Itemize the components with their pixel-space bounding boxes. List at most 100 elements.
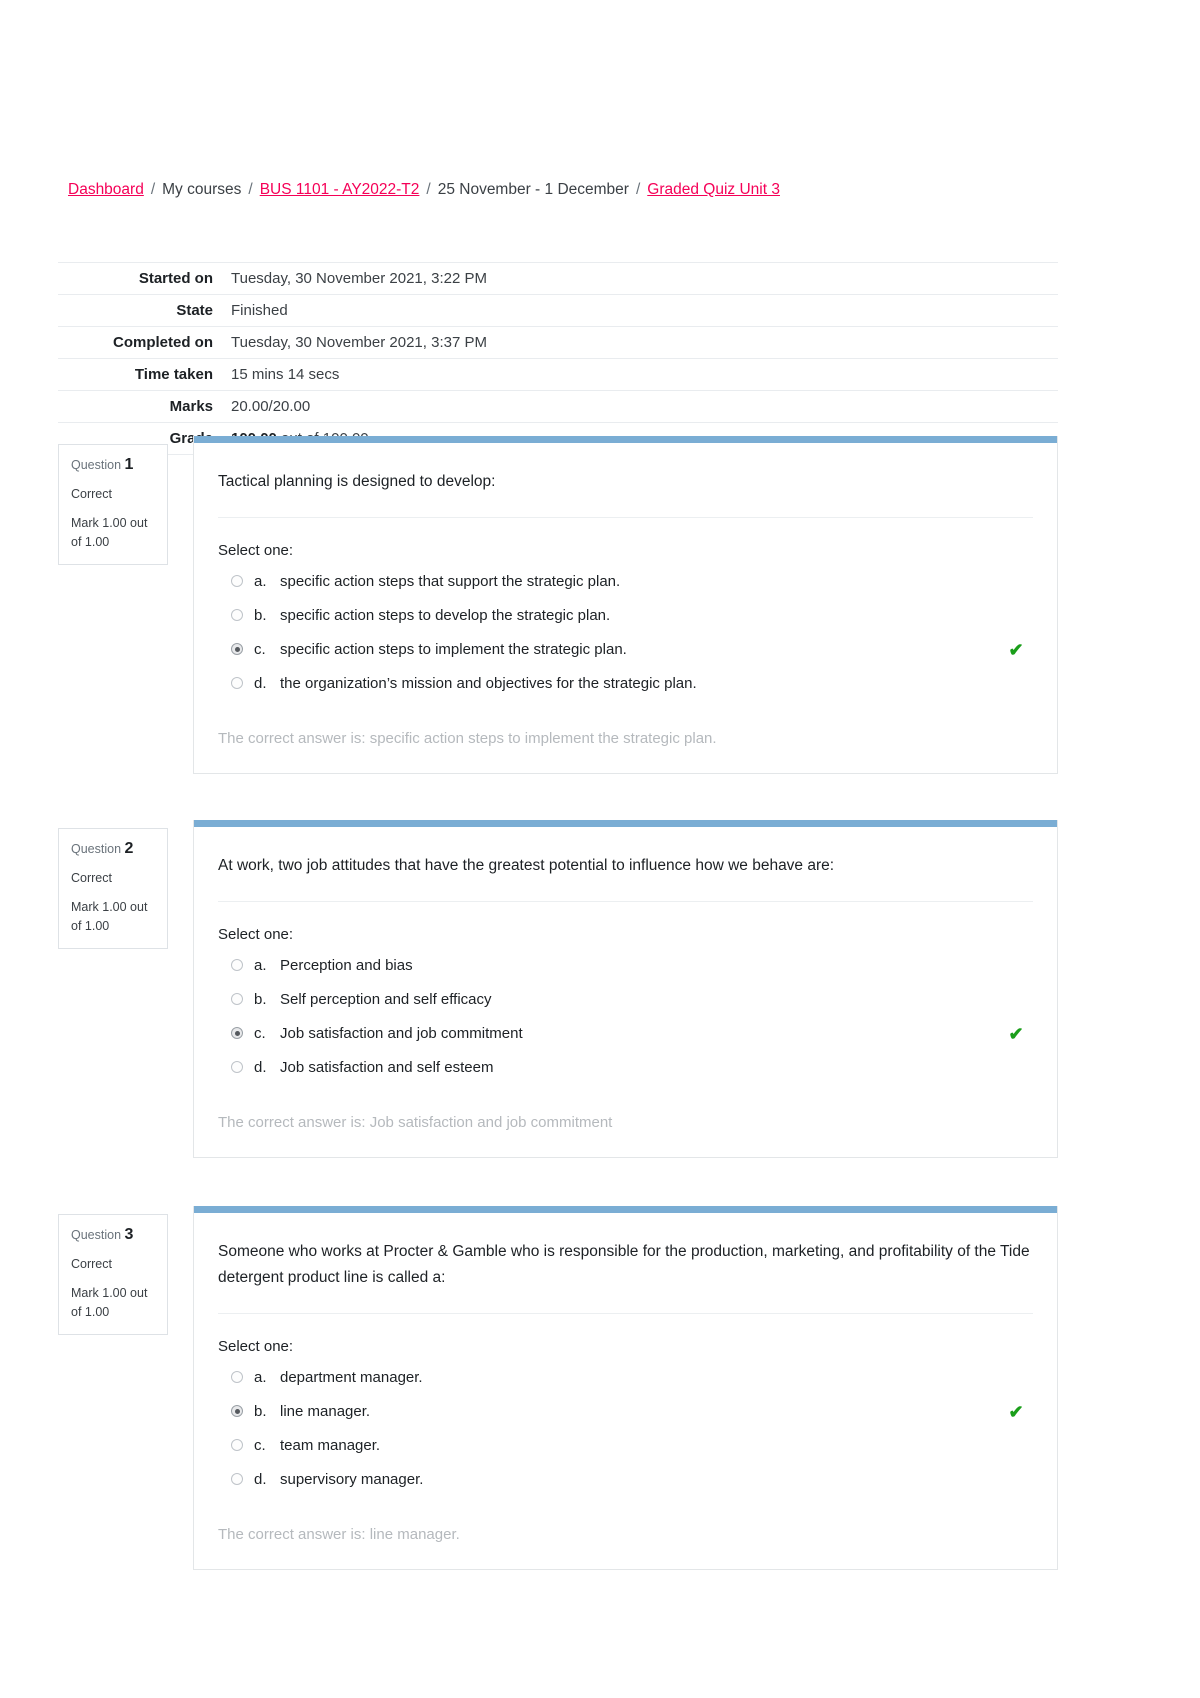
answer-option[interactable]: d. supervisory manager. bbox=[218, 1469, 1033, 1491]
answer-option-text: specific action steps to implement the s… bbox=[280, 641, 627, 658]
answer-option-letter: d. bbox=[254, 1471, 267, 1488]
summary-value: Tuesday, 30 November 2021, 3:37 PM bbox=[231, 334, 487, 351]
answer-option-letter: c. bbox=[254, 1437, 266, 1454]
question-content: At work, two job attitudes that have the… bbox=[193, 820, 1058, 1158]
radio-icon[interactable] bbox=[231, 1371, 243, 1383]
question-inner: Tactical planning is designed to develop… bbox=[194, 443, 1057, 773]
question-text: Tactical planning is designed to develop… bbox=[218, 469, 1033, 518]
answer-option-letter: c. bbox=[254, 1025, 266, 1042]
breadcrumb-separator: / bbox=[426, 181, 431, 198]
correct-answer-feedback: The correct answer is: line manager. bbox=[218, 1526, 460, 1543]
answer-option-text: specific action steps that support the s… bbox=[280, 573, 621, 590]
summary-label: Time taken bbox=[134, 366, 213, 383]
radio-icon[interactable] bbox=[231, 677, 243, 689]
answer-option[interactable]: d. Job satisfaction and self esteem bbox=[218, 1057, 1033, 1079]
question-mark: Mark 1.00 out of 1.00 bbox=[71, 900, 148, 933]
attempt-summary-table: Started on Tuesday, 30 November 2021, 3:2… bbox=[58, 262, 1058, 455]
breadcrumb: Dashboard / My courses / BUS 1101 - AY2022-T… bbox=[68, 178, 780, 202]
radio-icon[interactable] bbox=[231, 1439, 243, 1451]
question-number-value: 1 bbox=[124, 456, 134, 473]
answer-option-letter: d. bbox=[254, 1059, 267, 1076]
question-inner: Someone who works at Procter & Gamble wh… bbox=[194, 1213, 1057, 1569]
question-content: Someone who works at Procter & Gamble wh… bbox=[193, 1206, 1058, 1570]
breadcrumb-separator: / bbox=[248, 181, 253, 198]
select-one-label: Select one: bbox=[218, 1338, 294, 1355]
answer-option-letter: b. bbox=[254, 991, 267, 1008]
summary-label: Marks bbox=[169, 398, 213, 415]
answer-option[interactable]: b. line manager. ✔ bbox=[218, 1401, 1033, 1423]
question-info-box: Question 3 Correct Mark 1.00 out of 1.00 bbox=[58, 1214, 168, 1335]
radio-selected-icon[interactable] bbox=[231, 643, 243, 655]
answer-option-letter: c. bbox=[254, 641, 266, 658]
answer-list: Select one: a. specific action steps that … bbox=[218, 518, 1033, 751]
question-accent-bar bbox=[194, 820, 1057, 827]
question-accent-bar bbox=[194, 436, 1057, 443]
question-text: At work, two job attitudes that have the… bbox=[218, 853, 1033, 902]
question-number-label: Question bbox=[71, 1228, 122, 1242]
question-number: Question 2 bbox=[71, 839, 155, 859]
question-number-label: Question bbox=[71, 842, 122, 856]
answer-option-letter: b. bbox=[254, 607, 267, 624]
correct-answer-feedback: The correct answer is: specific action s… bbox=[218, 730, 717, 747]
breadcrumb-item-1[interactable]: Dashboard bbox=[68, 181, 144, 198]
breadcrumb-item-2: My courses bbox=[162, 181, 242, 198]
answer-option-letter: d. bbox=[254, 675, 267, 692]
question-mark: Mark 1.00 out of 1.00 bbox=[71, 1286, 148, 1319]
answer-option[interactable]: a. department manager. bbox=[218, 1367, 1033, 1389]
answer-list: Select one: a. Perception and bias b. Self p… bbox=[218, 902, 1033, 1135]
summary-label: Started on bbox=[138, 270, 213, 287]
question-number: Question 1 bbox=[71, 455, 155, 475]
correct-answer-feedback: The correct answer is: Job satisfaction … bbox=[218, 1114, 613, 1131]
radio-icon[interactable] bbox=[231, 575, 243, 587]
summary-value: Tuesday, 30 November 2021, 3:22 PM bbox=[231, 270, 487, 287]
answer-option[interactable]: b. specific action steps to develop the s… bbox=[218, 605, 1033, 627]
radio-icon[interactable] bbox=[231, 1473, 243, 1485]
radio-selected-icon[interactable] bbox=[231, 1405, 243, 1417]
radio-icon[interactable] bbox=[231, 1061, 243, 1073]
question-number: Question 3 bbox=[71, 1225, 155, 1245]
answer-option-text: Job satisfaction and job commitment bbox=[280, 1025, 523, 1042]
answer-option[interactable]: b. Self perception and self efficacy bbox=[218, 989, 1033, 1011]
breadcrumb-separator: / bbox=[150, 181, 156, 198]
question-number-value: 2 bbox=[124, 840, 134, 857]
answer-option[interactable]: d. the organization’s mission and objecti… bbox=[218, 673, 1033, 695]
question-info-box: Question 2 Correct Mark 1.00 out of 1.00 bbox=[58, 828, 168, 949]
question-info-box: Question 1 Correct Mark 1.00 out of 1.00 bbox=[58, 444, 168, 565]
answer-option[interactable]: c. Job satisfaction and job commitment ✔ bbox=[218, 1023, 1033, 1045]
question-state: Correct bbox=[71, 1257, 112, 1271]
answer-option-letter: a. bbox=[254, 573, 267, 590]
radio-icon[interactable] bbox=[231, 959, 243, 971]
breadcrumb-item-4: 25 November - 1 December bbox=[437, 181, 629, 198]
answer-option[interactable]: c. team manager. bbox=[218, 1435, 1033, 1457]
answer-option[interactable]: c. specific action steps to implement the… bbox=[218, 639, 1033, 661]
summary-row: State Finished bbox=[58, 294, 1058, 327]
select-one-label: Select one: bbox=[218, 542, 294, 559]
breadcrumb-item-3[interactable]: BUS 1101 - AY2022-T2 bbox=[260, 181, 420, 198]
select-one-label: Select one: bbox=[218, 926, 294, 943]
question-number-value: 3 bbox=[124, 1226, 134, 1243]
question-accent-bar bbox=[194, 1206, 1057, 1213]
answer-option-text: Job satisfaction and self esteem bbox=[280, 1059, 494, 1076]
answer-option[interactable]: a. specific action steps that support the… bbox=[218, 571, 1033, 593]
radio-icon[interactable] bbox=[231, 609, 243, 621]
answer-option-text: department manager. bbox=[280, 1369, 423, 1386]
correct-check-icon: ✔ bbox=[1008, 1024, 1024, 1044]
summary-row: Started on Tuesday, 30 November 2021, 3:2… bbox=[58, 262, 1058, 295]
question-text: Someone who works at Procter & Gamble wh… bbox=[218, 1239, 1033, 1314]
breadcrumb-item-5[interactable]: Graded Quiz Unit 3 bbox=[647, 181, 780, 198]
answer-option-text: Self perception and self efficacy bbox=[280, 991, 492, 1008]
answer-option-text: supervisory manager. bbox=[280, 1471, 424, 1488]
answer-option-text: specific action steps to develop the str… bbox=[280, 607, 611, 624]
summary-row: Marks 20.00/20.00 bbox=[58, 390, 1058, 423]
answer-option-text: the organization’s mission and objective… bbox=[280, 675, 697, 692]
correct-check-icon: ✔ bbox=[1008, 1402, 1024, 1422]
answer-option-letter: a. bbox=[254, 957, 267, 974]
summary-value: Finished bbox=[231, 302, 288, 319]
summary-row: Time taken 15 mins 14 secs bbox=[58, 358, 1058, 391]
radio-icon[interactable] bbox=[231, 993, 243, 1005]
question-content: Tactical planning is designed to develop… bbox=[193, 436, 1058, 774]
summary-label: State bbox=[176, 302, 213, 319]
radio-selected-icon[interactable] bbox=[231, 1027, 243, 1039]
summary-value: 15 mins 14 secs bbox=[231, 366, 340, 383]
answer-option[interactable]: a. Perception and bias bbox=[218, 955, 1033, 977]
